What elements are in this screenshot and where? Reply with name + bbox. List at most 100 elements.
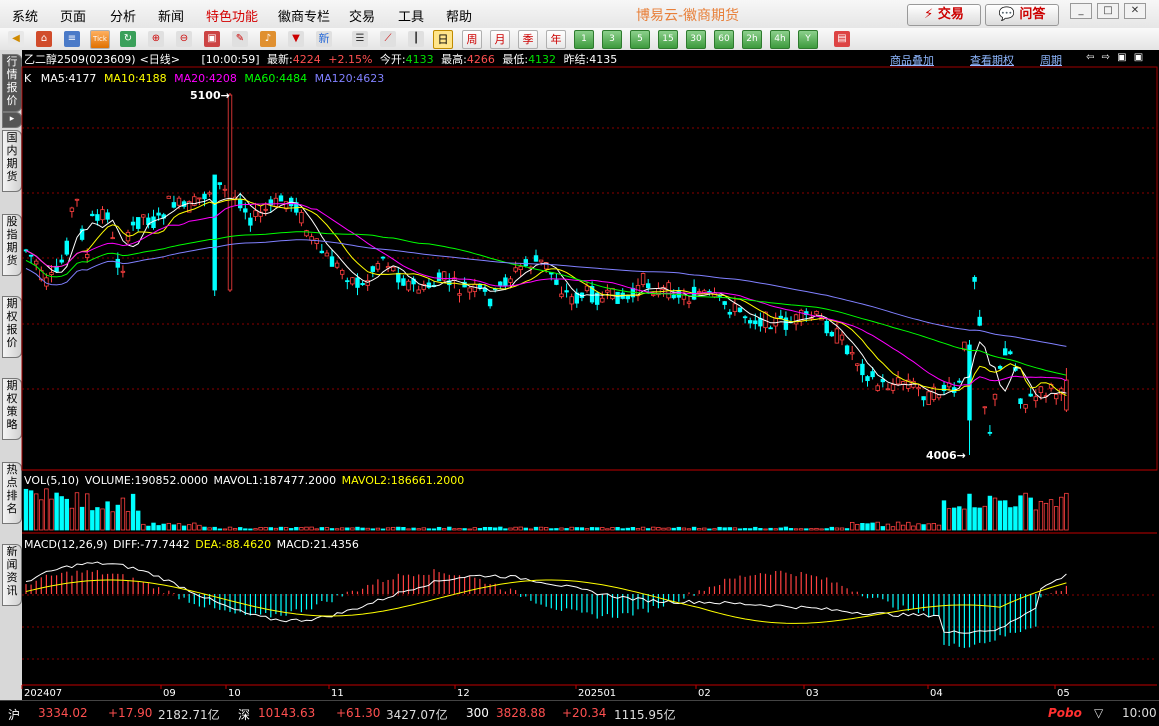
volume-bar <box>1008 507 1013 531</box>
volume-bar <box>992 497 998 531</box>
volume-bar <box>977 507 982 531</box>
link-overlay-commodity[interactable]: 商品叠加 <box>890 52 934 68</box>
volume-bar <box>926 523 931 531</box>
candle-body <box>120 270 126 273</box>
candle-body <box>406 280 411 291</box>
candle-body <box>646 283 651 289</box>
candle-body <box>416 289 421 294</box>
volume-bar <box>987 495 993 531</box>
volume-bar <box>589 527 595 531</box>
candle-body <box>350 277 355 285</box>
volume-bar <box>171 524 177 531</box>
candle-body <box>921 396 926 401</box>
volume-bar <box>283 527 289 531</box>
x-tick-label: 03 <box>806 688 819 699</box>
candle-body <box>156 212 161 216</box>
x-tick-label: 10 <box>228 688 241 699</box>
candle-body <box>207 192 212 195</box>
link-view-options[interactable]: 查看期权 <box>970 52 1014 68</box>
volume-bar <box>967 493 972 531</box>
volume-bar <box>656 527 661 531</box>
volume-bar <box>732 527 738 531</box>
candle-body <box>360 283 365 286</box>
volume-bar <box>834 527 840 531</box>
volume-bar <box>885 523 891 531</box>
candle-body <box>85 254 90 259</box>
volume-bar <box>294 526 299 531</box>
volume-bar <box>263 527 268 531</box>
volume-bar <box>809 528 814 531</box>
kline-chart[interactable]: 5100→ 4006→ 202407 09 10 11 12 202501 02 03 04 05 <box>0 0 1159 725</box>
prev-settle: 4135 <box>589 53 618 66</box>
mavol2-value: MAVOL2:186661.2000 <box>341 474 465 487</box>
volume-bar <box>304 526 309 531</box>
candle-body <box>49 272 54 275</box>
volume-bar <box>156 525 161 531</box>
volume-bar <box>702 527 707 531</box>
symbol-name: 乙二醇2509 <box>24 53 85 66</box>
candle-body <box>875 385 880 391</box>
volume-bar <box>1043 502 1049 531</box>
volume-bar <box>584 528 590 531</box>
candle-body <box>95 214 100 221</box>
candle-body <box>273 197 279 207</box>
latest-price: 4224 <box>292 53 321 66</box>
sz-index[interactable]: 10143.63 <box>258 706 315 720</box>
candle-body <box>732 303 738 312</box>
volume-bar <box>64 498 69 531</box>
hs300-index[interactable]: 3828.88 <box>496 706 546 720</box>
panel-controls[interactable]: ⇦ ⇨ ▣ ▣ <box>1086 52 1145 63</box>
volume-bar <box>299 527 304 531</box>
volume-bar <box>727 527 732 531</box>
volume-bar <box>110 511 115 531</box>
symbol-header: 乙二醇2509(023609) <日线> [10:00:59] 最新:4224 +… <box>24 51 621 67</box>
candle-body <box>227 94 233 291</box>
volume-bar <box>492 527 498 531</box>
link-period[interactable]: 周期 <box>1040 52 1062 68</box>
volume-bar <box>518 526 523 531</box>
volume-bar <box>401 526 406 531</box>
candle-body <box>166 195 171 199</box>
volume-bar <box>39 499 44 531</box>
candle-body <box>503 277 508 287</box>
macd-name: MACD(12,26,9) <box>24 538 108 551</box>
candle-body <box>850 351 855 355</box>
volume-bar <box>447 526 452 531</box>
candle-body <box>834 328 840 344</box>
volume-bar <box>799 528 804 531</box>
volume-bar <box>554 528 559 531</box>
sh-index[interactable]: 3334.02 <box>38 706 88 720</box>
open-label: 今开: <box>379 53 406 66</box>
volume-bar <box>600 527 605 531</box>
candle-body <box>722 301 727 305</box>
candle-body <box>997 365 1003 369</box>
volume-bar <box>722 527 727 531</box>
volume-bar <box>1048 499 1054 531</box>
signal-icon: ▽ <box>1094 706 1104 720</box>
candle-body <box>253 210 258 217</box>
candle-body <box>217 182 222 185</box>
candle-body <box>69 207 75 212</box>
quote-time: [10:00:59] <box>201 53 260 66</box>
volume-bar <box>1033 509 1038 531</box>
ma10-line <box>25 198 1067 397</box>
volume-bar <box>186 524 192 531</box>
candle-body <box>895 377 901 385</box>
volume-bar <box>982 505 987 531</box>
volume-bar <box>997 500 1003 531</box>
candle-body <box>212 174 217 291</box>
volume-bar <box>49 498 54 531</box>
candle-body <box>319 250 324 254</box>
volume-bar <box>610 527 615 531</box>
x-tick-label: 202501 <box>578 688 616 699</box>
ma10-value: MA10:4188 <box>103 72 167 85</box>
volume-bar <box>972 507 977 531</box>
volume-bar <box>59 496 64 531</box>
candle-body <box>141 214 146 218</box>
candle-body <box>977 316 982 326</box>
volume-bar <box>890 526 896 531</box>
volume-bar <box>319 527 324 531</box>
volume-bar <box>819 528 824 531</box>
volume-bar <box>212 526 217 531</box>
volume-bar <box>676 526 681 531</box>
